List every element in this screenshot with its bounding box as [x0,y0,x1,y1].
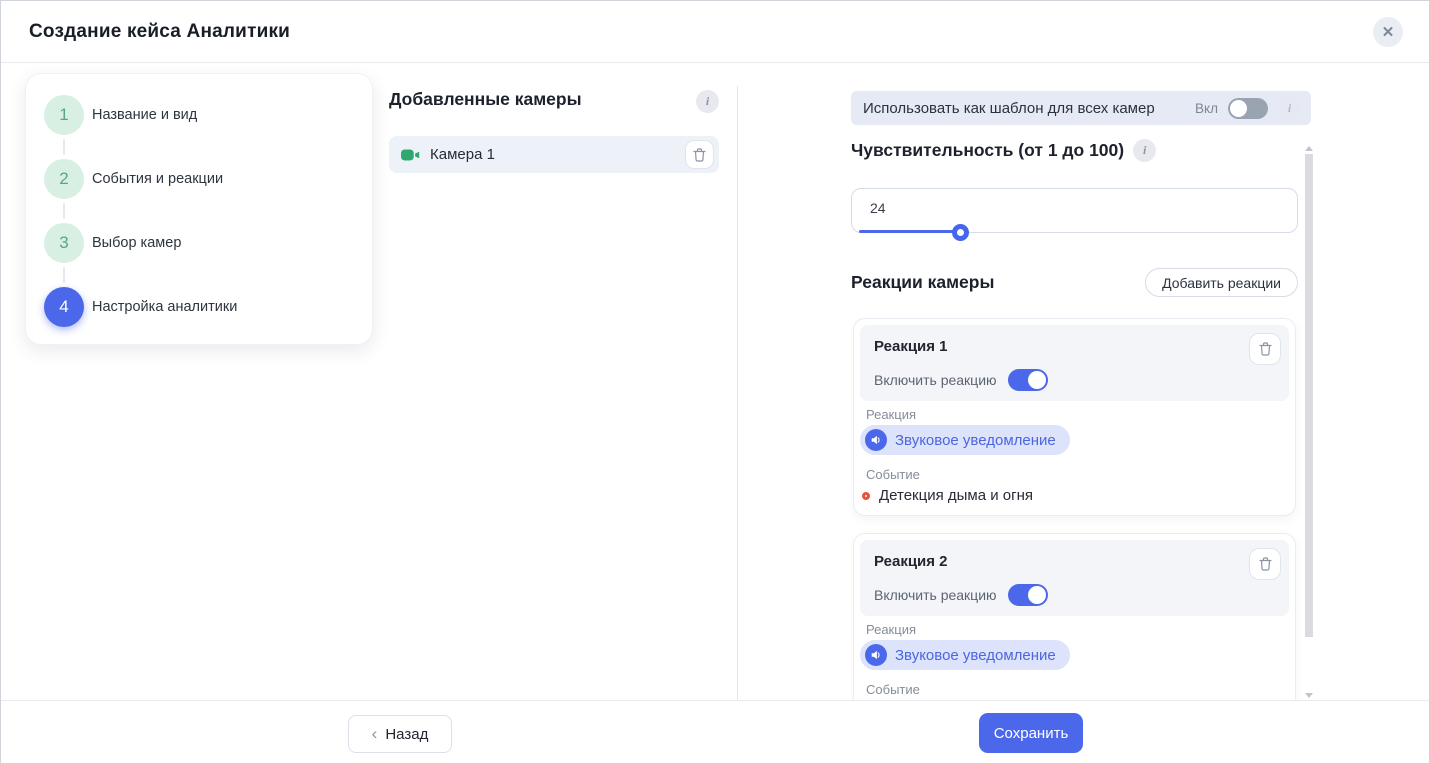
sensitivity-slider-track [859,230,960,233]
reaction-card-1: Реакция 1 Включить реакцию Реакция [853,318,1296,516]
added-cameras-title: Добавленные камеры [389,89,582,110]
stepper-step-2[interactable]: 2 События и реакции [26,159,372,199]
event-row: Детекция дыма и огня [862,487,1033,504]
scrollbar-thumb[interactable] [1305,154,1313,637]
panel-divider [737,86,738,701]
reaction-field-label: Реакция [866,407,916,422]
reaction-card-header: Реакция 2 Включить реакцию [860,540,1289,616]
camera-list-item[interactable]: Камера 1 [389,136,719,173]
enable-reaction-label: Включить реакцию [874,372,997,388]
step-label: Название и вид [92,95,197,135]
delete-reaction-button[interactable] [1249,548,1281,580]
template-info-icon[interactable]: i [1278,97,1301,120]
reaction-field-label: Реакция [866,622,916,637]
reaction-title: Реакция 2 [874,553,948,570]
step-label: Выбор камер [92,223,181,263]
step-label: События и реакции [92,159,223,199]
sensitivity-title: Чувствительность (от 1 до 100) [851,140,1124,161]
sensitivity-slider-thumb[interactable] [952,224,969,241]
back-button[interactable]: ‹ Назад [348,715,452,753]
event-field-label: Событие [866,682,920,697]
camera-name: Камера 1 [430,146,685,163]
info-glyph: i [1288,101,1291,116]
added-cameras-info-icon[interactable]: i [696,90,719,113]
camera-icon [401,148,421,162]
step-number-badge: 1 [44,95,84,135]
add-reaction-button[interactable]: Добавить реакции [1145,268,1298,297]
sound-icon [865,644,887,666]
reactions-title: Реакции камеры [851,272,994,293]
stepper-step-1[interactable]: 1 Название и вид [26,95,372,135]
stepper-step-4-active[interactable]: 4 Настройка аналитики [26,287,372,327]
trash-icon [1259,557,1272,571]
delete-camera-button[interactable] [685,140,714,169]
reaction-chip[interactable]: Звуковое уведомление [860,640,1070,670]
dialog-header: Создание кейса Аналитики ✕ [1,1,1429,63]
analytics-settings-panel: Использовать как шаблон для всех камер В… [851,91,1311,701]
scrollbar-down-arrow[interactable] [1305,693,1313,698]
trash-icon [1259,342,1272,356]
template-toggle-bar: Использовать как шаблон для всех камер В… [851,91,1311,125]
sound-icon [865,429,887,451]
enable-reaction-row: Включить реакцию [874,369,1048,391]
sensitivity-value: 24 [870,200,886,216]
step-number-badge: 3 [44,223,84,263]
back-button-label: Назад [385,726,428,743]
enable-reaction-row: Включить реакцию [874,584,1048,606]
stepper-step-3[interactable]: 3 Выбор камер [26,223,372,263]
toggle-state-label: Вкл [1195,101,1218,116]
template-toggle-switch[interactable] [1228,98,1268,119]
create-analytics-case-dialog: Создание кейса Аналитики ✕ 1 Название и … [0,0,1430,764]
close-icon: ✕ [1382,23,1395,41]
dialog-title: Создание кейса Аналитики [29,1,290,63]
trash-icon [693,148,706,162]
settings-scrollbar[interactable] [1304,146,1314,701]
stepper-connector [63,267,65,283]
chevron-left-icon: ‹ [372,725,378,742]
reactions-header: Реакции камеры Добавить реакции [851,268,1298,297]
stepper-connector [63,203,65,219]
save-button[interactable]: Сохранить [979,713,1083,753]
reaction-title: Реакция 1 [874,338,948,355]
step-number-badge: 2 [44,159,84,199]
step-number-badge: 4 [44,287,84,327]
toggle-knob [1230,100,1247,117]
enable-reaction-toggle[interactable] [1008,584,1048,606]
reaction-chip[interactable]: Звуковое уведомление [860,425,1070,455]
reaction-chip-label: Звуковое уведомление [895,647,1056,664]
delete-reaction-button[interactable] [1249,333,1281,365]
sensitivity-header: Чувствительность (от 1 до 100) i [851,139,1156,162]
event-type-icon [862,492,870,500]
reaction-card-2: Реакция 2 Включить реакцию Реакция [853,533,1296,701]
info-glyph: i [706,94,709,109]
dialog-footer: ‹ Назад Сохранить [1,700,1429,763]
event-name: Детекция дыма и огня [879,487,1033,504]
dialog-body: 1 Название и вид 2 События и реакции 3 В… [1,63,1429,701]
scrollbar-up-arrow[interactable] [1305,146,1313,151]
event-field-label: Событие [866,467,920,482]
sensitivity-info-icon[interactable]: i [1133,139,1156,162]
info-glyph: i [1143,143,1146,158]
stepper-connector [63,139,65,155]
sensitivity-input[interactable]: 24 [851,188,1298,233]
toggle-knob [1028,371,1046,389]
step-label: Настройка аналитики [92,287,237,327]
toggle-knob [1028,586,1046,604]
enable-reaction-toggle[interactable] [1008,369,1048,391]
reaction-chip-label: Звуковое уведомление [895,432,1056,449]
close-button[interactable]: ✕ [1373,17,1403,47]
wizard-stepper: 1 Название и вид 2 События и реакции 3 В… [25,73,373,345]
reaction-card-header: Реакция 1 Включить реакцию [860,325,1289,401]
enable-reaction-label: Включить реакцию [874,587,997,603]
template-toggle-label: Использовать как шаблон для всех камер [863,100,1195,117]
